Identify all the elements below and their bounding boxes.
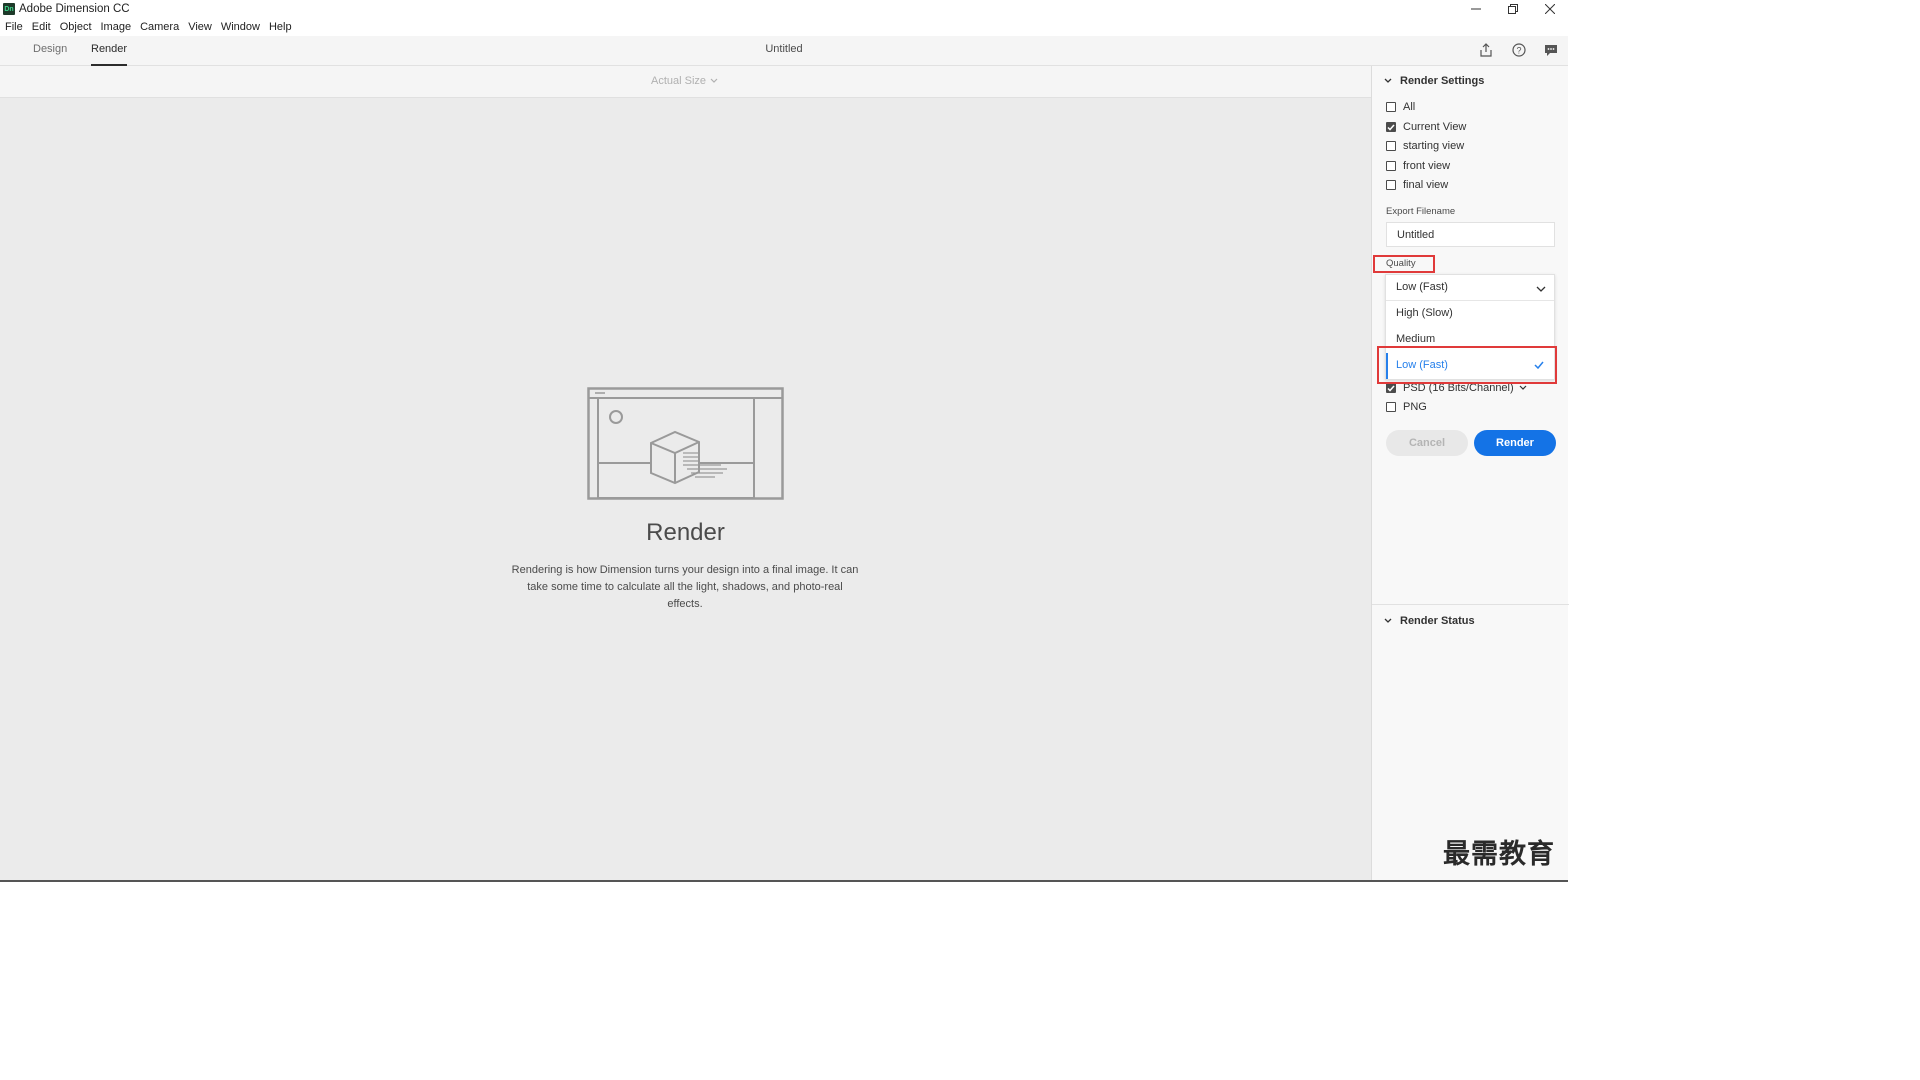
minimize-icon[interactable]	[1457, 0, 1494, 18]
watermark: 最需教育	[1443, 839, 1555, 870]
menu-bar: File Edit Object Image Camera View Windo…	[0, 18, 301, 36]
help-icon[interactable]: ?	[1511, 42, 1527, 58]
cancel-button[interactable]: Cancel	[1386, 430, 1468, 456]
bottom-border	[0, 880, 1568, 882]
app-title: Adobe Dimension CC	[19, 3, 130, 15]
zoom-select[interactable]: Actual Size	[651, 75, 718, 87]
app-icon: Dn	[3, 3, 15, 15]
menu-view[interactable]: View	[188, 21, 212, 33]
view-option-label: Current View	[1403, 121, 1467, 133]
render-settings-header[interactable]: Render Settings	[1384, 75, 1484, 87]
menu-object[interactable]: Object	[60, 21, 92, 33]
quality-option-label: High (Slow)	[1396, 307, 1453, 319]
menu-window[interactable]: Window	[221, 21, 260, 33]
menu-file[interactable]: File	[5, 21, 23, 33]
canvas-toolbar: Actual Size	[0, 66, 1371, 98]
checkbox[interactable]	[1386, 383, 1396, 393]
menu-image[interactable]: Image	[101, 21, 132, 33]
quality-option-high[interactable]: High (Slow)	[1386, 301, 1554, 327]
view-option-final-view[interactable]: final view	[1386, 179, 1448, 191]
restore-icon[interactable]	[1494, 0, 1531, 18]
view-option-all[interactable]: All	[1386, 101, 1415, 113]
chevron-down-icon	[1384, 615, 1392, 627]
format-option-png[interactable]: PNG	[1386, 401, 1427, 413]
tab-render[interactable]: Render	[91, 43, 128, 66]
menu-camera[interactable]: Camera	[140, 21, 179, 33]
menu-help[interactable]: Help	[269, 21, 292, 33]
close-icon[interactable]	[1531, 0, 1568, 18]
export-filename-input[interactable]: Untitled	[1386, 222, 1555, 247]
document-title: Untitled	[765, 43, 803, 55]
zoom-label: Actual Size	[651, 75, 707, 87]
checkbox[interactable]	[1386, 102, 1396, 112]
checkbox[interactable]	[1386, 402, 1396, 412]
view-option-current-view[interactable]: Current View	[1386, 121, 1466, 133]
low-fast-highlight-box	[1377, 346, 1557, 384]
view-option-starting-view[interactable]: starting view	[1386, 140, 1464, 152]
view-option-label: final view	[1403, 179, 1449, 191]
view-option-label: front view	[1403, 160, 1451, 172]
render-illustration	[587, 387, 784, 503]
chevron-down-icon	[710, 75, 718, 87]
format-option-label: PNG	[1403, 401, 1427, 413]
share-icon[interactable]	[1478, 42, 1494, 58]
title-bar: Dn Adobe Dimension CC	[0, 0, 1568, 18]
render-button[interactable]: Render	[1474, 430, 1556, 456]
view-option-label: All	[1403, 101, 1416, 113]
chevron-down-icon	[1384, 75, 1392, 87]
view-option-label: starting view	[1403, 140, 1465, 152]
quality-selected-value: Low (Fast)	[1396, 281, 1448, 293]
checkbox[interactable]	[1386, 141, 1396, 151]
panel-divider	[1372, 604, 1569, 605]
render-status-header[interactable]: Render Status	[1384, 615, 1475, 627]
quality-highlight-box	[1373, 255, 1435, 273]
svg-text:?: ?	[1516, 46, 1521, 56]
view-option-front-view[interactable]: front view	[1386, 160, 1450, 172]
feedback-icon[interactable]	[1543, 42, 1559, 58]
render-status-title: Render Status	[1400, 615, 1475, 627]
menu-edit[interactable]: Edit	[32, 21, 51, 33]
render-settings-title: Render Settings	[1400, 75, 1485, 87]
tab-design[interactable]: Design	[33, 43, 67, 66]
chevron-down-icon	[1536, 284, 1546, 296]
checkbox[interactable]	[1386, 122, 1396, 132]
render-heading: Render	[646, 519, 725, 546]
render-canvas: Actual Size Render Rendering is how Dime…	[0, 66, 1371, 882]
quality-option-label: Medium	[1396, 333, 1436, 345]
workspace-header: Design Render Untitled ?	[0, 36, 1568, 66]
quality-select[interactable]: Low (Fast)	[1386, 275, 1554, 301]
window-controls	[1457, 0, 1568, 18]
render-description: Rendering is how Dimension turns your de…	[511, 564, 859, 610]
checkbox[interactable]	[1386, 161, 1396, 171]
export-filename-label: Export Filename	[1386, 206, 1456, 217]
render-settings-panel: Render Settings All Current View startin…	[1371, 66, 1569, 882]
checkbox[interactable]	[1386, 180, 1396, 190]
